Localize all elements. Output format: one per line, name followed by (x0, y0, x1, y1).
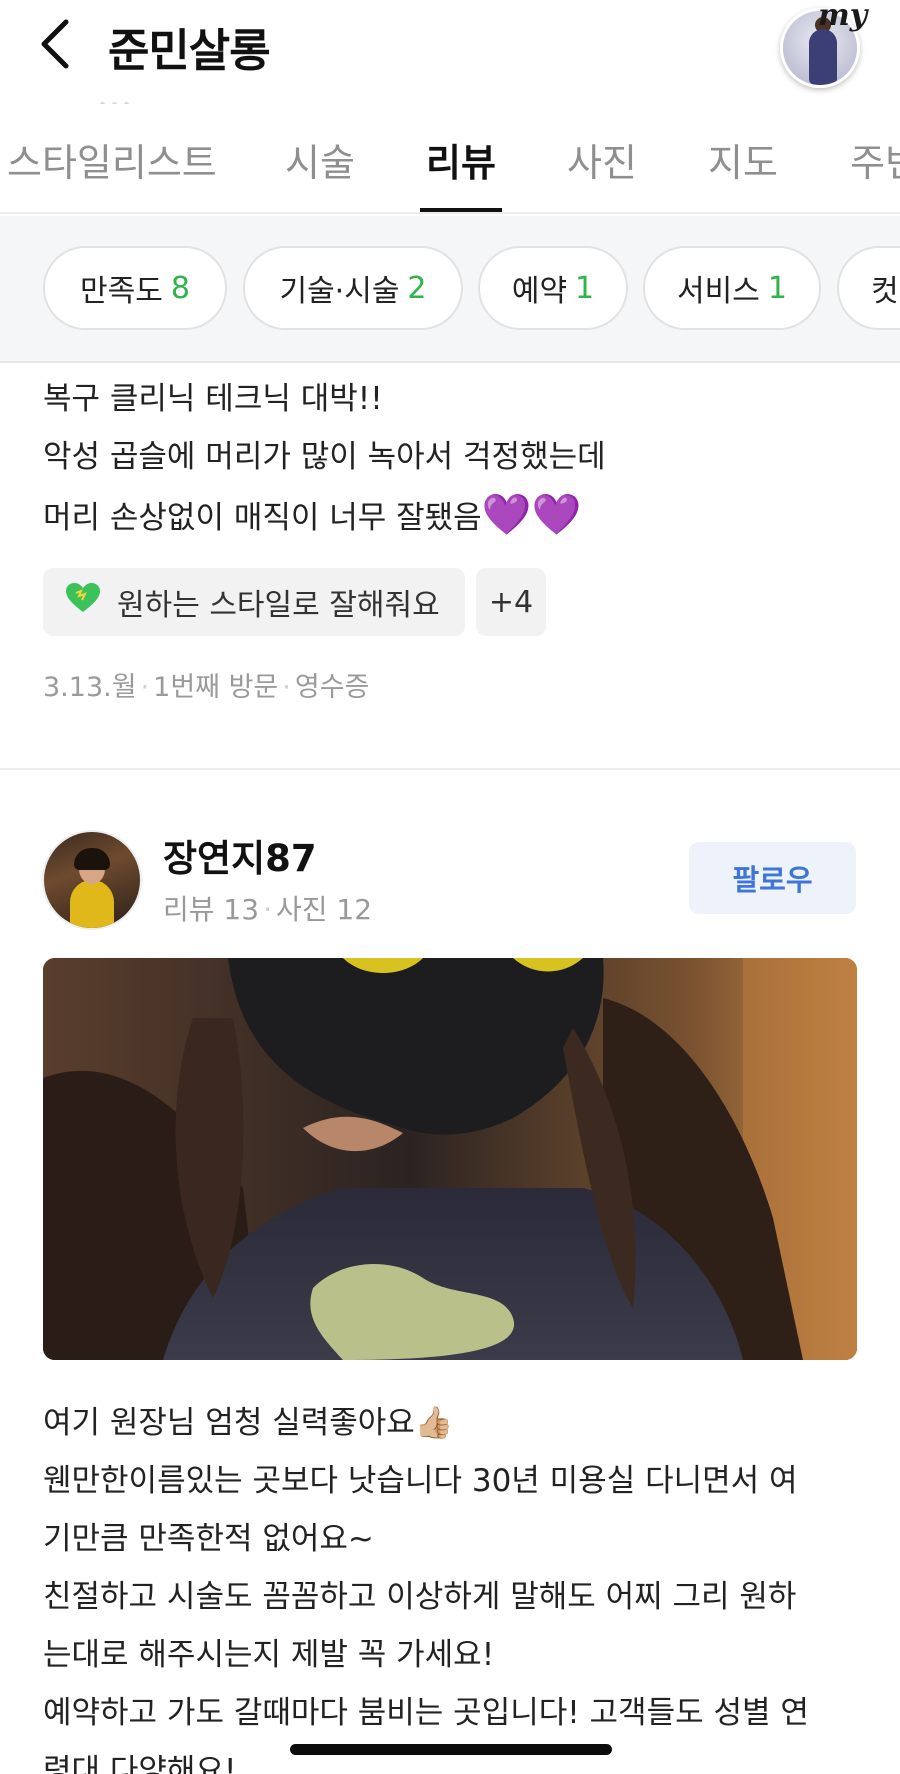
author-stats: 리뷰 13 · 사진 12 (163, 893, 373, 926)
tab-map[interactable]: 지도 (708, 132, 778, 187)
tab-bar: 스타일리스트 시술 리뷰 사진 지도 주변 (0, 104, 900, 214)
filter-chip-row: 만족도 8 기술·시술 2 예약 1 서비스 1 컷 (0, 216, 900, 363)
author-photo-count: 사진 12 (275, 893, 373, 926)
review-meta: 3.13.월 · 1번째 방문 · 영수증 (43, 672, 370, 703)
review-line: 여기 원장님 엄청 실력좋아요👍🏼 (43, 1405, 454, 1441)
chip-count: 2 (407, 270, 427, 306)
tab-treatment[interactable]: 시술 (285, 132, 355, 187)
chip-label: 서비스 (677, 274, 760, 309)
active-tab-indicator (420, 208, 502, 212)
chip-count: 8 (170, 270, 190, 306)
receipt-label: 영수증 (294, 672, 370, 703)
home-indicator[interactable] (290, 1744, 612, 1755)
review-line: 예약하고 가도 갈때마다 붐비는 곳입니다! 고객들도 성별 연 (43, 1695, 809, 1731)
chip-label: 기술·시술 (279, 274, 400, 309)
author-review-count: 리뷰 13 (163, 893, 260, 926)
chip-label: 만족도 (80, 274, 163, 309)
tag-label: 원하는 스타일로 잘해줘요 (117, 588, 440, 623)
chip-label: 예약 (511, 274, 568, 309)
more-tags-button[interactable]: +4 (476, 568, 546, 636)
filter-chip-booking[interactable]: 예약 1 (478, 246, 628, 330)
review-line: 기만큼 만족한적 없어요~ (43, 1521, 374, 1557)
review-line: 악성 곱슬에 머리가 많이 녹아서 걱정했는데 (43, 439, 606, 475)
top-bar: 준민살롱 my (0, 0, 900, 107)
author-name[interactable]: 장연지87 (163, 828, 317, 882)
my-badge: my (818, 0, 868, 33)
review-photo[interactable] (43, 958, 857, 1360)
author-avatar[interactable] (44, 832, 140, 928)
review-keyword-tag[interactable]: 원하는 스타일로 잘해줘요 (43, 568, 465, 636)
review-line-with-hearts: 머리 손상없이 매직이 너무 잘됐음💜💜 (43, 492, 582, 538)
tab-stylist[interactable]: 스타일리스트 (7, 132, 217, 187)
filter-chip-technique[interactable]: 기술·시술 2 (243, 246, 463, 330)
page-title: 준민살롱 (108, 24, 271, 77)
review-divider (0, 768, 900, 770)
chip-count: 1 (767, 270, 787, 306)
filter-chip-satisfaction[interactable]: 만족도 8 (43, 246, 227, 330)
review-line: 는대로 해주시는지 제발 꼭 가세요! (43, 1637, 495, 1673)
review-line: 복구 클리닉 테크닉 대박!! (43, 381, 383, 417)
review-line: 웬만한이름있는 곳보다 낫습니다 30년 미용실 다니면서 여 (43, 1463, 798, 1499)
purple-heart-icon: 💜💜 (481, 492, 582, 538)
tab-review[interactable]: 리뷰 (426, 132, 496, 187)
follow-button[interactable]: 팔로우 (689, 842, 856, 914)
green-heart-icon (65, 582, 101, 622)
chip-label: 컷 (871, 274, 899, 309)
back-arrow-icon[interactable] (38, 18, 80, 70)
title-dots (100, 92, 148, 107)
visit-count: 1번째 방문 (153, 672, 279, 703)
tab-photo[interactable]: 사진 (567, 132, 637, 187)
review-body: 복구 클리닉 테크닉 대박!! 악성 곱슬에 머리가 많이 녹아서 걱정했는데 … (43, 370, 606, 547)
review-date: 3.13.월 (43, 672, 137, 703)
chip-count: 1 (575, 270, 595, 306)
review-body: 여기 원장님 엄청 실력좋아요👍🏼 웬만한이름있는 곳보다 낫습니다 30년 미… (43, 1394, 873, 1774)
filter-chip-cut[interactable]: 컷 (837, 246, 900, 330)
review-line: 친절하고 시술도 꼼꼼하고 이상하게 말해도 어찌 그리 원하 (43, 1579, 797, 1615)
filter-chip-service[interactable]: 서비스 1 (643, 246, 821, 330)
tab-nearby[interactable]: 주변 (850, 132, 900, 187)
